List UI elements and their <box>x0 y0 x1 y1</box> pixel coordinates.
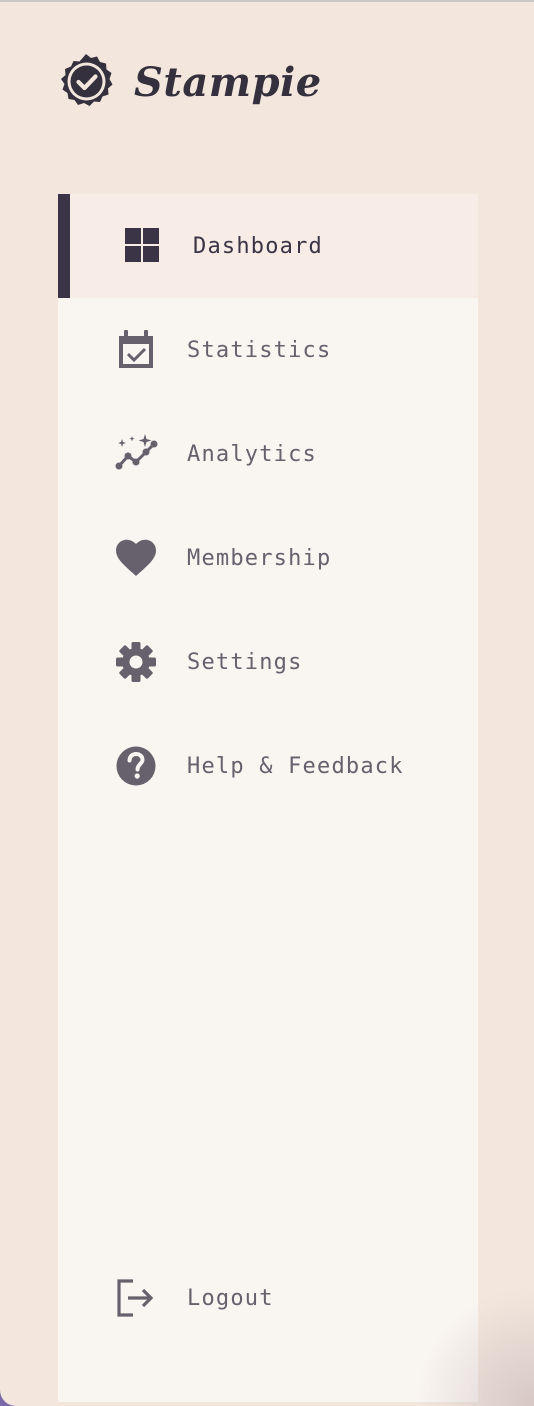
sidebar: Stampie Dashboard Statistics Analytics M… <box>0 2 534 1406</box>
logout-button[interactable]: Logout <box>58 1246 478 1350</box>
sparkle-chart-icon <box>114 432 158 476</box>
sidebar-nav: Dashboard Statistics Analytics Membershi… <box>58 194 478 1402</box>
sidebar-item-membership[interactable]: Membership <box>58 506 478 610</box>
sidebar-item-label: Help & Feedback <box>187 753 404 779</box>
active-indicator <box>58 194 70 298</box>
help-circle-icon <box>114 744 158 788</box>
heart-icon <box>114 536 158 580</box>
calendar-check-icon <box>114 328 158 372</box>
sidebar-item-settings[interactable]: Settings <box>58 610 478 714</box>
sidebar-item-help-feedback[interactable]: Help & Feedback <box>58 714 478 818</box>
sidebar-item-label: Analytics <box>187 441 318 467</box>
badge-check-icon <box>56 52 116 112</box>
logout-label: Logout <box>187 1285 274 1311</box>
sidebar-item-statistics[interactable]: Statistics <box>58 298 478 402</box>
logout-icon <box>114 1276 158 1320</box>
gear-icon <box>114 640 158 684</box>
sidebar-item-dashboard[interactable]: Dashboard <box>58 194 478 298</box>
sidebar-item-label: Dashboard <box>193 233 324 259</box>
sidebar-item-analytics[interactable]: Analytics <box>58 402 478 506</box>
sidebar-item-label: Settings <box>187 649 303 675</box>
sidebar-item-label: Statistics <box>187 337 332 363</box>
dashboard-grid-icon <box>120 224 164 268</box>
sidebar-item-label: Membership <box>187 545 332 571</box>
brand[interactable]: Stampie <box>56 50 322 114</box>
brand-name: Stampie <box>134 58 322 106</box>
